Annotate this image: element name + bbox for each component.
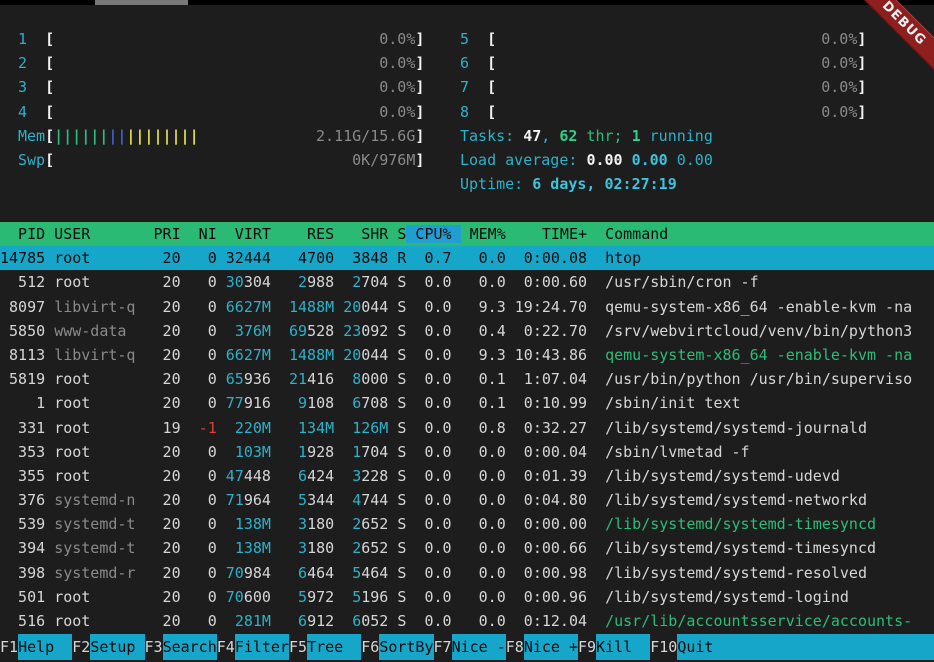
fkey-f5-key: F5 bbox=[289, 634, 307, 660]
fkey-f6-key: F6 bbox=[361, 634, 379, 660]
fkey-f5-tree-button[interactable]: Tree bbox=[307, 634, 361, 660]
process-row[interactable]: 331 root 19 -1 220M 134M 126M S 0.0 0.8 … bbox=[0, 416, 934, 440]
fkey-f7-key: F7 bbox=[434, 634, 452, 660]
process-row[interactable]: 376 systemd-n 20 0 71964 5344 4744 S 0.0… bbox=[0, 488, 934, 512]
fkey-f10-quit-button[interactable]: Quit bbox=[677, 634, 934, 660]
process-table-header[interactable]: PID USER PRI NI VIRT RES SHR S CPU% MEM%… bbox=[0, 222, 934, 246]
process-row[interactable]: 539 systemd-t 20 0 138M 3180 2652 S 0.0 … bbox=[0, 512, 934, 536]
fkey-f2-setup-button[interactable]: Setup bbox=[90, 634, 144, 660]
fkey-f9-key: F9 bbox=[578, 634, 596, 660]
fkey-f4-filter-button[interactable]: Filter bbox=[235, 634, 289, 660]
uptime: Uptime: 6 days, 02:27:19 bbox=[460, 172, 934, 196]
process-row[interactable]: 353 root 20 0 103M 1928 1704 S 0.0 0.0 0… bbox=[0, 440, 934, 464]
process-row[interactable]: 5850 www-data 20 0 376M 69528 23092 S 0.… bbox=[0, 319, 934, 343]
fkey-f1-key: F1 bbox=[0, 634, 18, 660]
process-row[interactable]: 501 root 20 0 70600 5972 5196 S 0.0 0.0 … bbox=[0, 585, 934, 609]
process-row[interactable]: 8113 libvirt-q 20 0 6627M 1488M 20044 S … bbox=[0, 343, 934, 367]
htop-terminal: { "palette": { "background": "#1d1d1d", … bbox=[0, 0, 934, 662]
fkey-f7-nice--button[interactable]: Nice - bbox=[452, 634, 506, 660]
fkey-f6-sortby-button[interactable]: SortBy bbox=[379, 634, 433, 660]
fkey-f8-nice--button[interactable]: Nice + bbox=[524, 634, 578, 660]
process-row[interactable]: 1 root 20 0 77916 9108 6708 S 0.0 0.1 0:… bbox=[0, 391, 934, 415]
load-average: Load average: 0.00 0.00 0.00 bbox=[460, 148, 934, 172]
tasks-summary: Tasks: 47, 62 thr; 1 running bbox=[460, 124, 934, 148]
process-row[interactable]: 14785 root 20 0 32444 4700 3848 R 0.7 0.… bbox=[0, 246, 934, 270]
process-row[interactable]: 398 systemd-r 20 0 70984 6464 5464 S 0.0… bbox=[0, 561, 934, 585]
fkey-f9-kill-button[interactable]: Kill bbox=[596, 634, 650, 660]
function-key-bar: F1Help F2Setup F3SearchF4FilterF5Tree F6… bbox=[0, 634, 934, 660]
process-row[interactable]: 8097 libvirt-q 20 0 6627M 1488M 20044 S … bbox=[0, 295, 934, 319]
sort-column-cpu[interactable]: CPU% bbox=[406, 225, 460, 243]
meters-right-column: 5 [ 0.0%]6 [ 0.0%]7 [ 0.0%]8 [ 0.0%]Task… bbox=[460, 27, 934, 196]
cpu-meter-5: 5 [ 0.0%] bbox=[460, 27, 934, 51]
cpu-meter-6: 6 [ 0.0%] bbox=[460, 51, 934, 75]
fkey-f2-key: F2 bbox=[72, 634, 90, 660]
fkey-f3-search-button[interactable]: Search bbox=[163, 634, 217, 660]
process-row[interactable]: 5819 root 20 0 65936 21416 8000 S 0.0 0.… bbox=[0, 367, 934, 391]
fkey-f10-key: F10 bbox=[650, 634, 677, 660]
cpu-meter-7: 7 [ 0.0%] bbox=[460, 75, 934, 99]
process-table: PID USER PRI NI VIRT RES SHR S CPU% MEM%… bbox=[0, 222, 934, 633]
fkey-f1-help-button[interactable]: Help bbox=[18, 634, 72, 660]
header-columns[interactable]: PID USER PRI NI VIRT RES SHR S bbox=[0, 225, 406, 243]
process-row[interactable]: 512 root 20 0 30304 2988 2704 S 0.0 0.0 … bbox=[0, 270, 934, 294]
fkey-f8-key: F8 bbox=[506, 634, 524, 660]
top-scrollbar-thumb[interactable] bbox=[95, 0, 188, 5]
cpu-meter-8: 8 [ 0.0%] bbox=[460, 100, 934, 124]
fkey-f4-key: F4 bbox=[217, 634, 235, 660]
process-row[interactable]: 394 systemd-t 20 0 138M 3180 2652 S 0.0 … bbox=[0, 536, 934, 560]
fkey-f3-key: F3 bbox=[145, 634, 163, 660]
process-row[interactable]: 516 root 20 0 281M 6912 6052 S 0.0 0.0 0… bbox=[0, 609, 934, 633]
process-row[interactable]: 355 root 20 0 47448 6424 3228 S 0.0 0.0 … bbox=[0, 464, 934, 488]
header-columns[interactable]: MEM% TIME+ Command bbox=[461, 225, 669, 243]
